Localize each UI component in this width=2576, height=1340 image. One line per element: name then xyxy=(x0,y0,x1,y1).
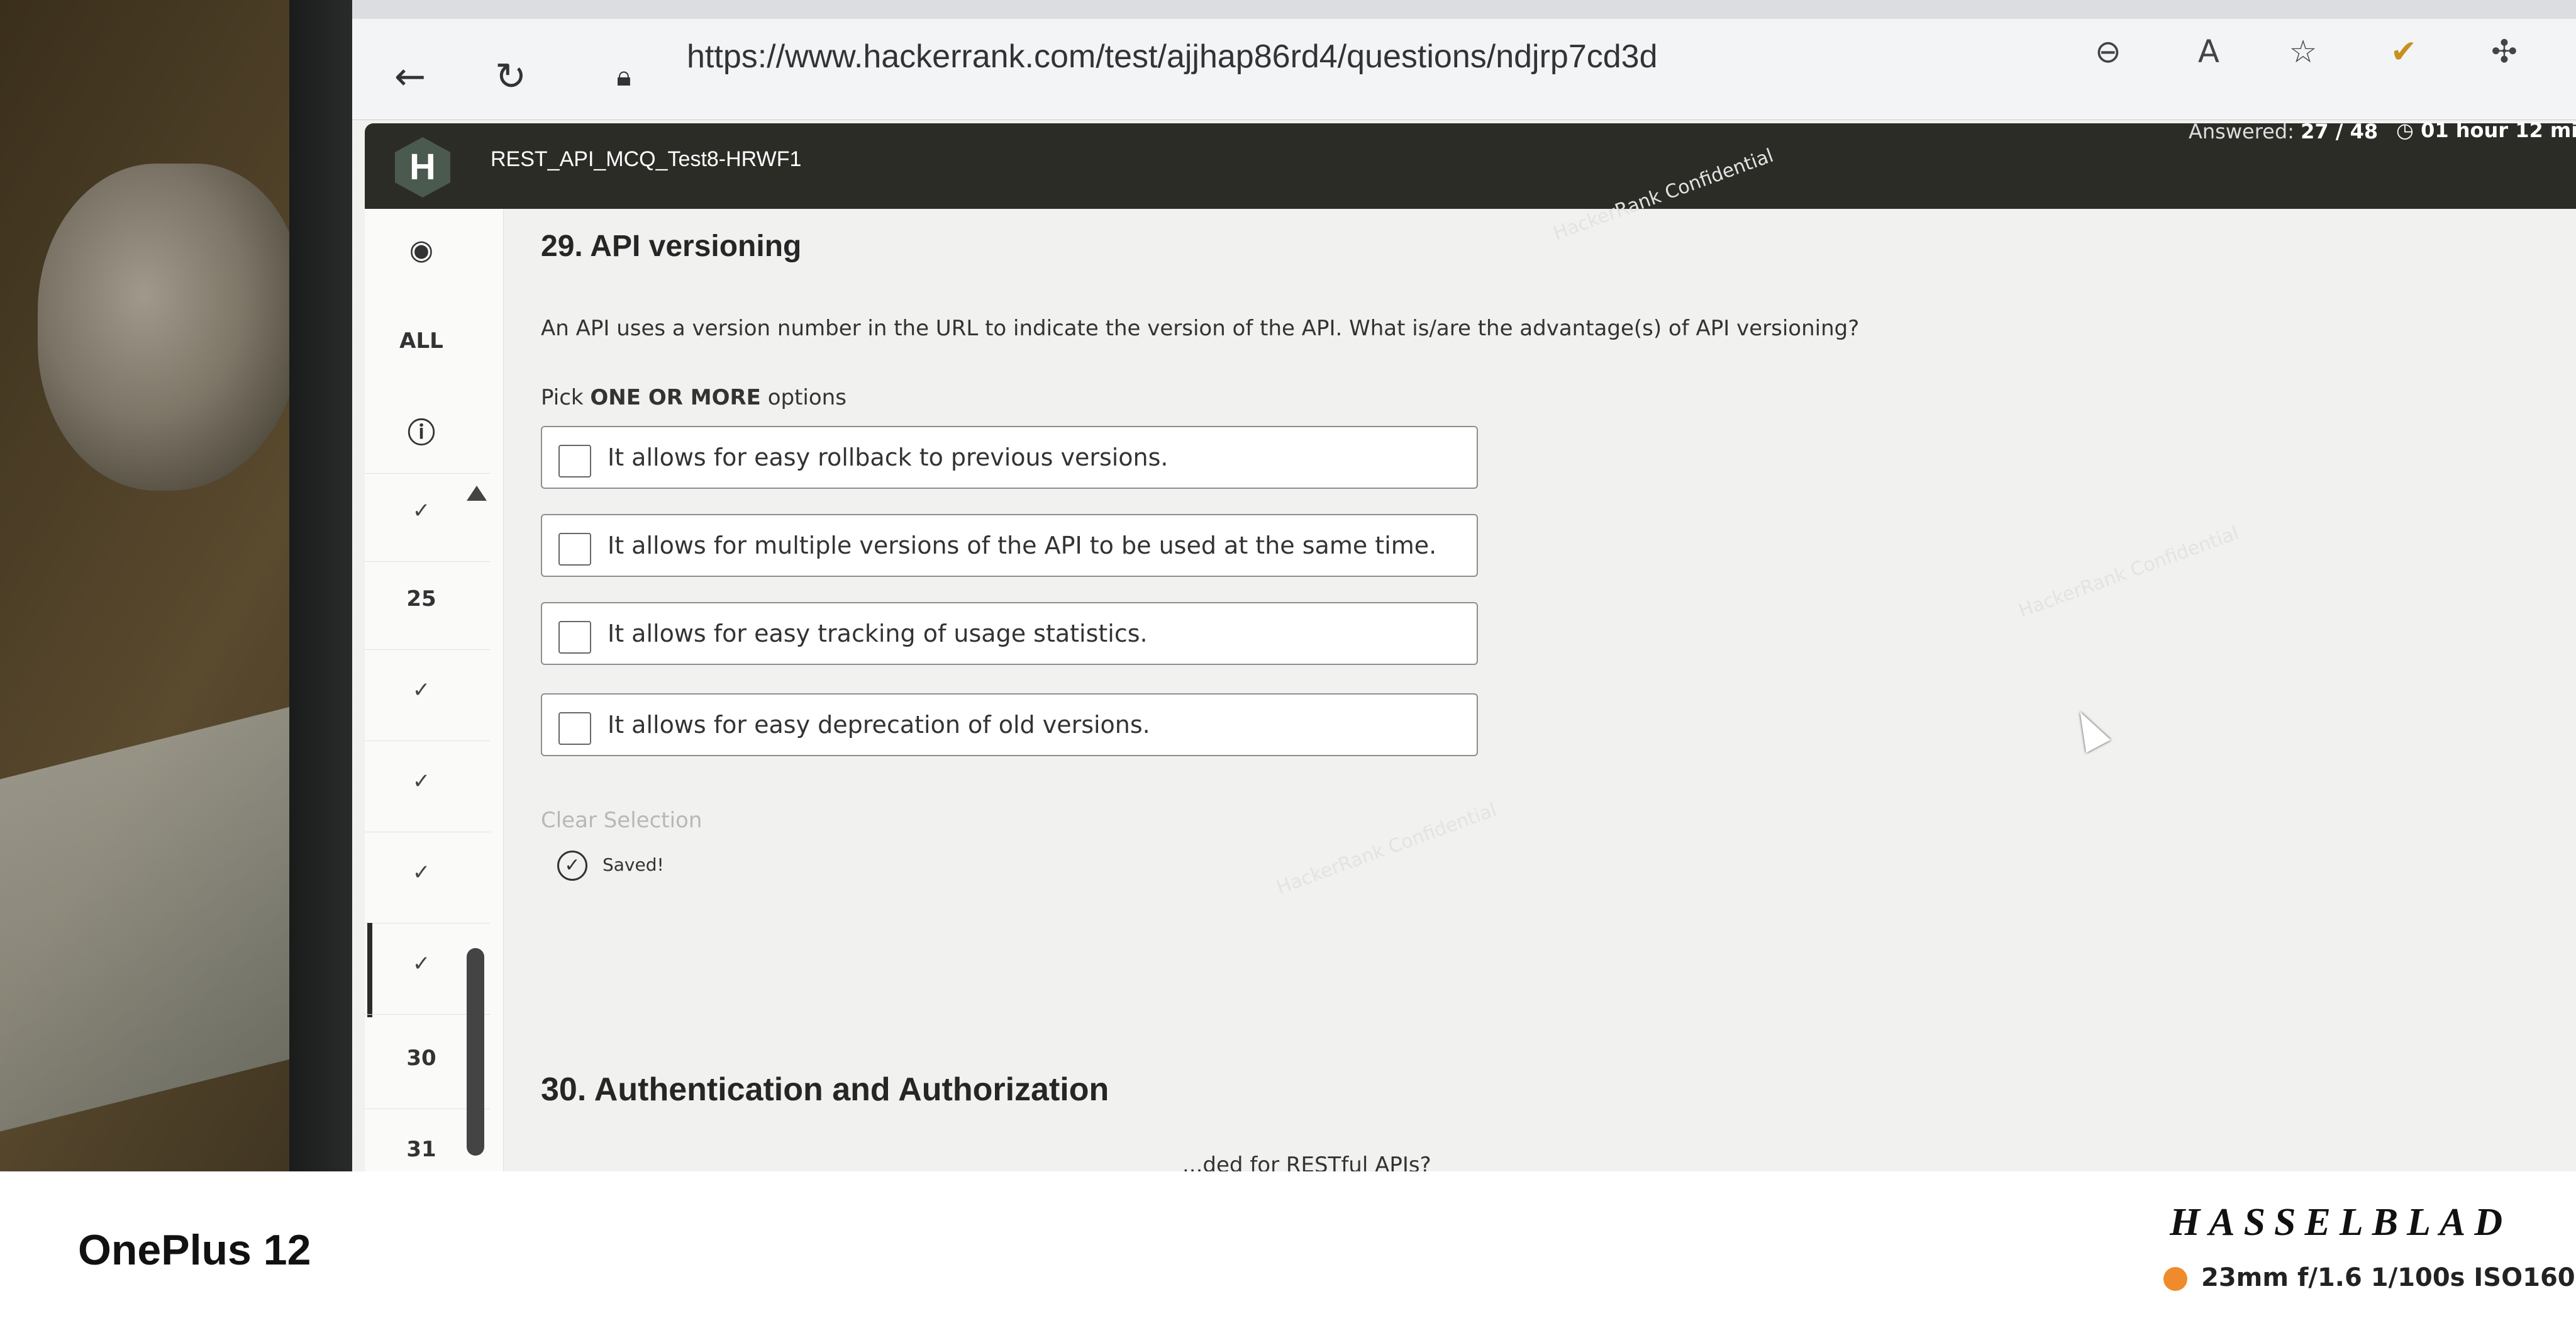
option-label: It allows for easy deprecation of old ve… xyxy=(608,711,1150,739)
answered-count: Answered: 27 / 48 xyxy=(2189,120,2378,143)
orange-dot-icon xyxy=(2163,1267,2187,1291)
monitor-bezel xyxy=(289,0,358,1171)
photo-frame-footer: OnePlus 12 HASSELBLAD 23mm f/1.6 1/100s … xyxy=(0,1171,2576,1340)
camera-specs: 23mm f/1.6 1/100s ISO160 xyxy=(2163,1263,2575,1292)
monitor-screen: ← ↻ 🔒︎ https://www.hackerrank.com/test/a… xyxy=(352,0,2576,1171)
camera-specs-text: 23mm f/1.6 1/100s ISO160 xyxy=(2201,1263,2575,1292)
checkbox[interactable] xyxy=(558,621,591,654)
divider xyxy=(365,649,491,650)
question-nav-item[interactable]: ✓ xyxy=(365,769,478,794)
info-icon[interactable]: ⓘ xyxy=(365,410,478,450)
question-text: An API uses a version number in the URL … xyxy=(541,316,1860,341)
question-title: 29. API versioning xyxy=(541,230,802,263)
tab-strip[interactable] xyxy=(352,0,2576,19)
option-3[interactable]: It allows for easy tracking of usage sta… xyxy=(541,602,1478,665)
saved-label: Saved! xyxy=(602,854,664,875)
clear-selection-link[interactable]: Clear Selection xyxy=(541,808,702,833)
watermark: HackerRank Confidential xyxy=(2016,522,2242,623)
divider xyxy=(365,923,491,924)
reload-icon[interactable]: ↻ xyxy=(491,57,531,97)
lock-icon[interactable]: 🔒︎ xyxy=(604,57,644,97)
desk-object xyxy=(38,164,302,491)
pick-suffix: options xyxy=(767,385,847,410)
pick-bold: ONE OR MORE xyxy=(590,385,761,410)
watermark: HackerRank Confidential xyxy=(1274,798,1500,900)
question-nav-item[interactable]: ✓ xyxy=(365,498,478,523)
device-name: OnePlus 12 xyxy=(78,1226,311,1274)
question-panel: 29. API versioning An API uses a version… xyxy=(541,145,2553,1171)
back-icon[interactable]: ← xyxy=(390,57,430,97)
zoom-out-icon[interactable]: ⊖ xyxy=(2088,31,2128,72)
question-nav-item[interactable]: 30 xyxy=(365,1046,478,1071)
question-nav-item[interactable]: 31 xyxy=(365,1137,478,1162)
question-nav-item[interactable]: ✓ xyxy=(365,860,478,885)
read-aloud-icon[interactable]: A xyxy=(2189,31,2229,72)
question-navigator: ◉ ALL ⓘ ✓ 25 ✓ ✓ ✓ ✓ 30 31 xyxy=(365,209,504,1171)
answered-value: 27 / 48 xyxy=(2301,120,2379,143)
hackerrank-logo[interactable]: H xyxy=(395,137,450,198)
timer-value: 01 hour 12 mins xyxy=(2421,118,2576,142)
check-circle-icon: ✓ xyxy=(557,851,587,881)
checkbox[interactable] xyxy=(558,712,591,745)
option-2[interactable]: It allows for multiple versions of the A… xyxy=(541,514,1478,577)
next-question-title: 30. Authentication and Authorization xyxy=(541,1071,1109,1108)
option-label: It allows for easy tracking of usage sta… xyxy=(608,620,1148,647)
divider xyxy=(365,473,491,474)
checkbox[interactable] xyxy=(558,445,591,477)
test-name: REST_API_MCQ_Test8-HRWF1 xyxy=(491,147,802,171)
divider xyxy=(365,561,491,562)
saved-status: ✓ Saved! xyxy=(557,851,664,881)
option-label: It allows for multiple versions of the A… xyxy=(608,532,1437,559)
camera-brand: HASSELBLAD xyxy=(2170,1201,2512,1244)
filter-all[interactable]: ALL xyxy=(365,328,478,354)
question-nav-item[interactable]: 25 xyxy=(365,586,478,611)
photo-background: ← ↻ 🔒︎ https://www.hackerrank.com/test/a… xyxy=(0,0,2576,1171)
timer: ◷ 01 hour 12 mins xyxy=(2396,118,2576,142)
browser-toolbar: ← ↻ 🔒︎ https://www.hackerrank.com/test/a… xyxy=(352,0,2576,120)
option-label: It allows for easy rollback to previous … xyxy=(608,444,1169,471)
favorite-star-icon[interactable]: ☆ xyxy=(2283,31,2323,72)
divider xyxy=(365,740,491,741)
pick-prefix: Pick xyxy=(541,385,584,410)
next-question-text: ...ded for RESTful APIs? xyxy=(1182,1153,1431,1171)
answered-label: Answered: xyxy=(2189,120,2294,143)
extensions-puzzle-icon[interactable]: ✣ xyxy=(2484,31,2524,72)
question-nav-item[interactable]: ✓ xyxy=(365,678,478,703)
desk-book xyxy=(0,705,296,1132)
pick-instruction: Pick ONE OR MORE options xyxy=(541,385,847,410)
option-1[interactable]: It allows for easy rollback to previous … xyxy=(541,426,1478,489)
clock-icon: ◷ xyxy=(2396,118,2421,142)
address-bar[interactable]: https://www.hackerrank.com/test/ajjhap86… xyxy=(687,38,1658,75)
option-4[interactable]: It allows for easy deprecation of old ve… xyxy=(541,693,1478,756)
question-nav-item-current[interactable]: ✓ xyxy=(365,951,478,976)
checkbox[interactable] xyxy=(558,533,591,566)
rail-scrollbar[interactable] xyxy=(467,948,484,1156)
extension-check-icon[interactable]: ✔ xyxy=(2384,31,2424,72)
compass-icon[interactable]: ◉ xyxy=(365,234,478,266)
